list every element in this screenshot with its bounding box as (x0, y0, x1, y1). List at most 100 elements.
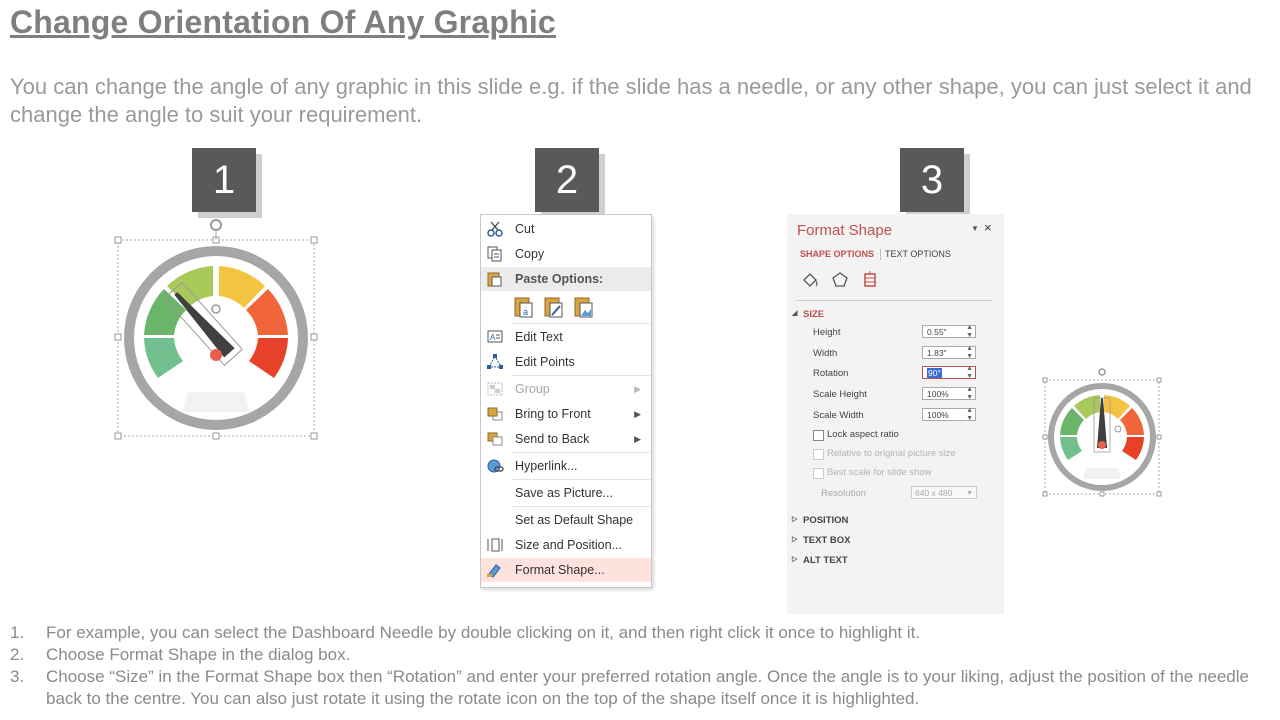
format-shape-pane: Format Shape ▼ × SHAPE OPTIONS TEXT OPTI… (787, 214, 1004, 614)
menu-item-edit-points[interactable]: Edit Points (481, 350, 651, 374)
fill-line-icon[interactable] (801, 271, 821, 289)
section-alt-text[interactable]: ▷ ALT TEXT (792, 555, 848, 566)
section-text-box[interactable]: ▷ TEXT BOX (792, 535, 851, 546)
list-item: 2. Choose Format Shape in the dialog box. (10, 644, 1278, 666)
resolution-label: Resolution (821, 488, 866, 499)
paste-destination-theme-icon[interactable] (543, 295, 565, 319)
menu-label-hyperlink: Hyperlink... (515, 459, 578, 473)
resolution-select[interactable]: 640 x 480 ▼ (911, 486, 977, 499)
dropdown-arrow-icon: ▼ (966, 490, 973, 497)
step-number: 1. (10, 623, 25, 642)
pane-options-dropdown-icon[interactable]: ▼ (971, 224, 979, 233)
list-item: 1. For example, you can select the Dashbo… (10, 622, 1278, 644)
send-to-back-icon (487, 432, 503, 446)
menu-label-edit-points: Edit Points (515, 355, 575, 369)
best-scale-label: Best scale for slide show (827, 467, 932, 478)
spinner-icon[interactable]: ▲ ▼ (966, 345, 973, 361)
menu-item-bring-to-front[interactable]: Bring to Front ▶ (481, 402, 651, 426)
section-position[interactable]: ▷ POSITION (792, 515, 849, 526)
expand-icon: ▷ (792, 556, 798, 563)
scale-width-value: 100% (927, 410, 949, 420)
paste-icon (487, 272, 502, 287)
copy-icon (487, 246, 502, 262)
scale-height-label: Scale Height (813, 389, 867, 400)
width-value: 1.83" (927, 348, 947, 358)
slide-title: Change Orientation Of Any Graphic (10, 4, 556, 40)
menu-item-cut[interactable]: Cut (481, 217, 651, 241)
menu-item-hyperlink[interactable]: Hyperlink... (481, 454, 651, 478)
bring-to-front-icon (487, 407, 503, 421)
svg-text:A: A (490, 333, 496, 342)
menu-label-cut: Cut (515, 222, 535, 236)
menu-item-save-as-picture[interactable]: Save as Picture... (481, 481, 651, 505)
paste-picture-icon[interactable] (573, 295, 595, 319)
menu-label-save-as-picture: Save as Picture... (515, 486, 613, 500)
effects-icon[interactable] (831, 271, 849, 289)
lock-aspect-label: Lock aspect ratio (827, 429, 899, 440)
menu-item-edit-text[interactable]: A Edit Text (481, 325, 651, 349)
svg-text:a: a (523, 307, 528, 317)
instructions-list: 1. For example, you can select the Dashbo… (10, 622, 1278, 710)
menu-item-size-and-position[interactable]: Size and Position... (481, 533, 651, 557)
context-menu: Cut Copy Paste Options: a A Edit Text Ed… (480, 214, 652, 588)
expand-icon: ▷ (792, 516, 798, 523)
section-position-label: POSITION (803, 515, 849, 526)
submenu-arrow-icon: ▶ (634, 384, 641, 394)
step-badge-3: 3 (900, 148, 964, 212)
scale-width-field[interactable]: 100% ▲ ▼ (922, 407, 976, 423)
menu-item-copy[interactable]: Copy (481, 242, 651, 266)
tab-text-options[interactable]: TEXT OPTIONS (885, 249, 951, 259)
dashboard-gauge-3[interactable] (1040, 366, 1164, 498)
menu-label-bring-to-front: Bring to Front (515, 407, 591, 421)
rotation-label: Rotation (813, 368, 849, 379)
step-number: 2. (10, 645, 25, 664)
menu-item-group[interactable]: Group ▶ (481, 377, 651, 401)
step-text: Choose Format Shape in the dialog box. (46, 645, 351, 664)
section-size[interactable]: ◢ SIZE (792, 309, 824, 320)
menu-item-send-to-back[interactable]: Send to Back ▶ (481, 427, 651, 451)
height-value: 0.55" (927, 327, 947, 337)
width-label: Width (813, 348, 838, 359)
menu-label-send-to-back: Send to Back (515, 432, 590, 446)
relative-original-label: Relative to original picture size (827, 448, 956, 459)
spinner-icon[interactable]: ▲ ▼ (966, 407, 973, 423)
slide-subtitle: You can change the angle of any graphic … (10, 74, 1252, 127)
menu-label-paste-options: Paste Options: (515, 272, 604, 286)
format-shape-icon (487, 564, 501, 578)
height-field[interactable]: 0.55" ▲ ▼ (922, 324, 976, 340)
width-field[interactable]: 1.83" ▲ ▼ (922, 345, 976, 361)
edit-points-icon (487, 354, 503, 369)
expand-icon: ▷ (792, 536, 798, 543)
rotation-value: 90° (927, 368, 942, 378)
section-text-box-label: TEXT BOX (803, 535, 851, 546)
menu-item-format-shape[interactable]: Format Shape... (481, 558, 651, 582)
size-position-icon (487, 538, 503, 552)
step-text: Choose “Size” in the Format Shape box th… (46, 667, 1249, 708)
collapse-icon: ◢ (792, 310, 798, 317)
size-properties-icon[interactable] (861, 270, 879, 290)
paste-keep-formatting-icon[interactable]: a (513, 295, 535, 319)
group-icon (487, 382, 503, 396)
submenu-arrow-icon: ▶ (634, 409, 641, 419)
pane-close-button[interactable]: × (984, 220, 992, 235)
spinner-icon[interactable]: ▲ ▼ (966, 324, 973, 340)
pane-title: Format Shape (797, 222, 893, 239)
step-badge-2: 2 (535, 148, 599, 212)
scale-height-field[interactable]: 100% ▲ ▼ (922, 386, 976, 402)
height-label: Height (813, 327, 841, 338)
menu-label-size-and-position: Size and Position... (515, 538, 623, 552)
spinner-icon[interactable]: ▲ ▼ (966, 365, 973, 381)
dashboard-gauge-1[interactable] (108, 212, 328, 444)
hyperlink-icon (487, 459, 504, 473)
menu-label-copy: Copy (515, 247, 545, 261)
step-text: For example, you can select the Dashboar… (46, 623, 921, 642)
tab-shape-options[interactable]: SHAPE OPTIONS (800, 249, 874, 259)
submenu-arrow-icon: ▶ (634, 434, 641, 444)
spinner-icon[interactable]: ▲ ▼ (966, 386, 973, 402)
menu-item-set-default-shape[interactable]: Set as Default Shape (481, 508, 651, 532)
step-badge-1: 1 (192, 148, 256, 212)
menu-label-group: Group (515, 382, 550, 396)
rotation-field[interactable]: 90° ▲ ▼ (922, 365, 976, 381)
menu-label-edit-text: Edit Text (515, 330, 563, 344)
edit-text-icon: A (487, 330, 503, 343)
